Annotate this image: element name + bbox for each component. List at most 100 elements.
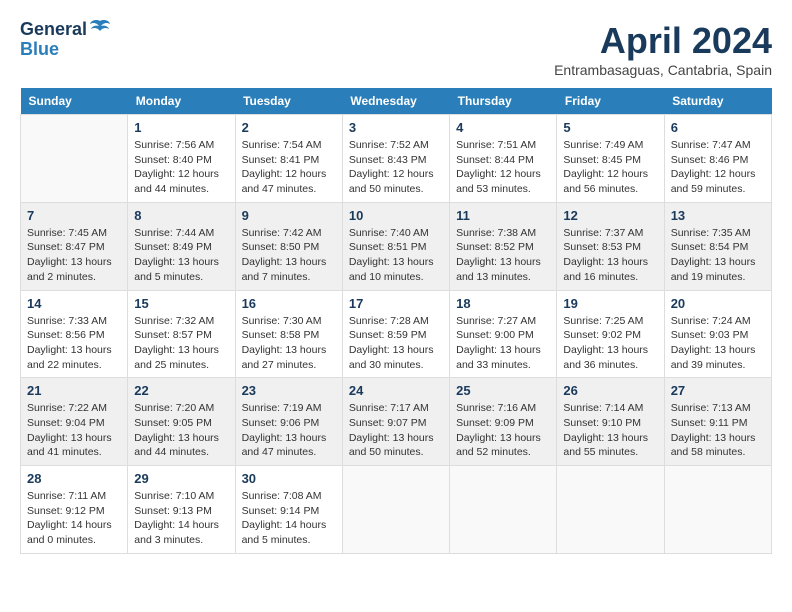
day-number: 12: [563, 208, 657, 223]
calendar-cell: 9 Sunrise: 7:42 AM Sunset: 8:50 PM Daylig…: [235, 202, 342, 290]
day-number: 15: [134, 296, 228, 311]
calendar-cell: 24 Sunrise: 7:17 AM Sunset: 9:07 PM Dayli…: [342, 378, 449, 466]
week-row: 14Sunrise: 7:33 AM Sunset: 8:56 PM Dayli…: [21, 290, 772, 378]
day-number: 29: [134, 471, 228, 486]
calendar-cell: 6Sunrise: 7:47 AM Sunset: 8:46 PM Daylig…: [664, 115, 771, 203]
day-info: Sunrise: 7:52 AM Sunset: 8:43 PM Dayligh…: [349, 138, 443, 197]
day-info: Sunrise: 7:08 AM Sunset: 9:14 PM Dayligh…: [242, 489, 336, 548]
header-row: SundayMondayTuesdayWednesdayThursdayFrid…: [21, 88, 772, 115]
month-title: April 2024: [554, 20, 772, 62]
location-subtitle: Entrambasaguas, Cantabria, Spain: [554, 62, 772, 78]
calendar-cell: 26Sunrise: 7:14 AM Sunset: 9:10 PM Dayli…: [557, 378, 664, 466]
calendar-cell: [21, 115, 128, 203]
day-number: 9: [242, 208, 336, 223]
day-info: Sunrise: 7:24 AM Sunset: 9:03 PM Dayligh…: [671, 314, 765, 373]
day-info: Sunrise: 7:27 AM Sunset: 9:00 PM Dayligh…: [456, 314, 550, 373]
calendar-cell: 4 Sunrise: 7:51 AM Sunset: 8:44 PM Daylig…: [450, 115, 557, 203]
day-number: 22: [134, 383, 228, 398]
week-row: 21Sunrise: 7:22 AM Sunset: 9:04 PM Dayli…: [21, 378, 772, 466]
logo-bird-icon: [89, 17, 111, 39]
calendar-cell: 28 Sunrise: 7:11 AM Sunset: 9:12 PM Dayli…: [21, 466, 128, 554]
header-cell-saturday: Saturday: [664, 88, 771, 115]
calendar-cell: [450, 466, 557, 554]
day-info: Sunrise: 7:49 AM Sunset: 8:45 PM Dayligh…: [563, 138, 657, 197]
day-info: Sunrise: 7:42 AM Sunset: 8:50 PM Dayligh…: [242, 226, 336, 285]
calendar-cell: 23 Sunrise: 7:19 AM Sunset: 9:06 PM Dayli…: [235, 378, 342, 466]
day-info: Sunrise: 7:16 AM Sunset: 9:09 PM Dayligh…: [456, 401, 550, 460]
header-cell-tuesday: Tuesday: [235, 88, 342, 115]
calendar-cell: 7Sunrise: 7:45 AM Sunset: 8:47 PM Daylig…: [21, 202, 128, 290]
day-info: Sunrise: 7:38 AM Sunset: 8:52 PM Dayligh…: [456, 226, 550, 285]
day-number: 21: [27, 383, 121, 398]
calendar-cell: 19 Sunrise: 7:25 AM Sunset: 9:02 PM Dayli…: [557, 290, 664, 378]
calendar-cell: 17 Sunrise: 7:28 AM Sunset: 8:59 PM Dayli…: [342, 290, 449, 378]
day-info: Sunrise: 7:51 AM Sunset: 8:44 PM Dayligh…: [456, 138, 550, 197]
header-cell-wednesday: Wednesday: [342, 88, 449, 115]
day-info: Sunrise: 7:28 AM Sunset: 8:59 PM Dayligh…: [349, 314, 443, 373]
logo: General Blue: [20, 20, 111, 60]
calendar-cell: 14Sunrise: 7:33 AM Sunset: 8:56 PM Dayli…: [21, 290, 128, 378]
day-number: 23: [242, 383, 336, 398]
calendar-cell: 10Sunrise: 7:40 AM Sunset: 8:51 PM Dayli…: [342, 202, 449, 290]
calendar-cell: [342, 466, 449, 554]
day-info: Sunrise: 7:40 AM Sunset: 8:51 PM Dayligh…: [349, 226, 443, 285]
day-number: 30: [242, 471, 336, 486]
calendar-cell: 1 Sunrise: 7:56 AM Sunset: 8:40 PM Daylig…: [128, 115, 235, 203]
day-info: Sunrise: 7:37 AM Sunset: 8:53 PM Dayligh…: [563, 226, 657, 285]
week-row: 1 Sunrise: 7:56 AM Sunset: 8:40 PM Daylig…: [21, 115, 772, 203]
calendar-cell: 25 Sunrise: 7:16 AM Sunset: 9:09 PM Dayli…: [450, 378, 557, 466]
calendar-cell: 22 Sunrise: 7:20 AM Sunset: 9:05 PM Dayli…: [128, 378, 235, 466]
calendar-cell: 5Sunrise: 7:49 AM Sunset: 8:45 PM Daylig…: [557, 115, 664, 203]
day-info: Sunrise: 7:14 AM Sunset: 9:10 PM Dayligh…: [563, 401, 657, 460]
header: General Blue April 2024 Entrambasaguas, …: [20, 20, 772, 78]
day-info: Sunrise: 7:10 AM Sunset: 9:13 PM Dayligh…: [134, 489, 228, 548]
day-info: Sunrise: 7:35 AM Sunset: 8:54 PM Dayligh…: [671, 226, 765, 285]
calendar-cell: [664, 466, 771, 554]
day-number: 16: [242, 296, 336, 311]
calendar-cell: 2 Sunrise: 7:54 AM Sunset: 8:41 PM Daylig…: [235, 115, 342, 203]
day-info: Sunrise: 7:45 AM Sunset: 8:47 PM Dayligh…: [27, 226, 121, 285]
day-number: 28: [27, 471, 121, 486]
day-info: Sunrise: 7:33 AM Sunset: 8:56 PM Dayligh…: [27, 314, 121, 373]
day-number: 13: [671, 208, 765, 223]
calendar-cell: 27Sunrise: 7:13 AM Sunset: 9:11 PM Dayli…: [664, 378, 771, 466]
calendar-cell: 16 Sunrise: 7:30 AM Sunset: 8:58 PM Dayli…: [235, 290, 342, 378]
day-info: Sunrise: 7:19 AM Sunset: 9:06 PM Dayligh…: [242, 401, 336, 460]
day-info: Sunrise: 7:56 AM Sunset: 8:40 PM Dayligh…: [134, 138, 228, 197]
day-number: 24: [349, 383, 443, 398]
day-number: 8: [134, 208, 228, 223]
day-number: 19: [563, 296, 657, 311]
week-row: 7Sunrise: 7:45 AM Sunset: 8:47 PM Daylig…: [21, 202, 772, 290]
calendar-cell: 12 Sunrise: 7:37 AM Sunset: 8:53 PM Dayli…: [557, 202, 664, 290]
day-number: 25: [456, 383, 550, 398]
day-number: 17: [349, 296, 443, 311]
calendar-cell: 11 Sunrise: 7:38 AM Sunset: 8:52 PM Dayli…: [450, 202, 557, 290]
day-info: Sunrise: 7:17 AM Sunset: 9:07 PM Dayligh…: [349, 401, 443, 460]
day-number: 2: [242, 120, 336, 135]
calendar-cell: 18Sunrise: 7:27 AM Sunset: 9:00 PM Dayli…: [450, 290, 557, 378]
logo-blue: Blue: [20, 40, 59, 60]
header-cell-sunday: Sunday: [21, 88, 128, 115]
header-cell-thursday: Thursday: [450, 88, 557, 115]
calendar-cell: 29 Sunrise: 7:10 AM Sunset: 9:13 PM Dayli…: [128, 466, 235, 554]
calendar-table: SundayMondayTuesdayWednesdayThursdayFrid…: [20, 88, 772, 554]
header-cell-friday: Friday: [557, 88, 664, 115]
day-number: 20: [671, 296, 765, 311]
calendar-cell: 30 Sunrise: 7:08 AM Sunset: 9:14 PM Dayli…: [235, 466, 342, 554]
day-info: Sunrise: 7:44 AM Sunset: 8:49 PM Dayligh…: [134, 226, 228, 285]
day-number: 1: [134, 120, 228, 135]
calendar-cell: 15 Sunrise: 7:32 AM Sunset: 8:57 PM Dayli…: [128, 290, 235, 378]
day-info: Sunrise: 7:13 AM Sunset: 9:11 PM Dayligh…: [671, 401, 765, 460]
day-number: 11: [456, 208, 550, 223]
day-number: 3: [349, 120, 443, 135]
day-number: 4: [456, 120, 550, 135]
day-info: Sunrise: 7:20 AM Sunset: 9:05 PM Dayligh…: [134, 401, 228, 460]
day-info: Sunrise: 7:54 AM Sunset: 8:41 PM Dayligh…: [242, 138, 336, 197]
day-info: Sunrise: 7:11 AM Sunset: 9:12 PM Dayligh…: [27, 489, 121, 548]
calendar-cell: [557, 466, 664, 554]
day-info: Sunrise: 7:25 AM Sunset: 9:02 PM Dayligh…: [563, 314, 657, 373]
calendar-cell: 21Sunrise: 7:22 AM Sunset: 9:04 PM Dayli…: [21, 378, 128, 466]
day-info: Sunrise: 7:30 AM Sunset: 8:58 PM Dayligh…: [242, 314, 336, 373]
header-cell-monday: Monday: [128, 88, 235, 115]
day-info: Sunrise: 7:32 AM Sunset: 8:57 PM Dayligh…: [134, 314, 228, 373]
